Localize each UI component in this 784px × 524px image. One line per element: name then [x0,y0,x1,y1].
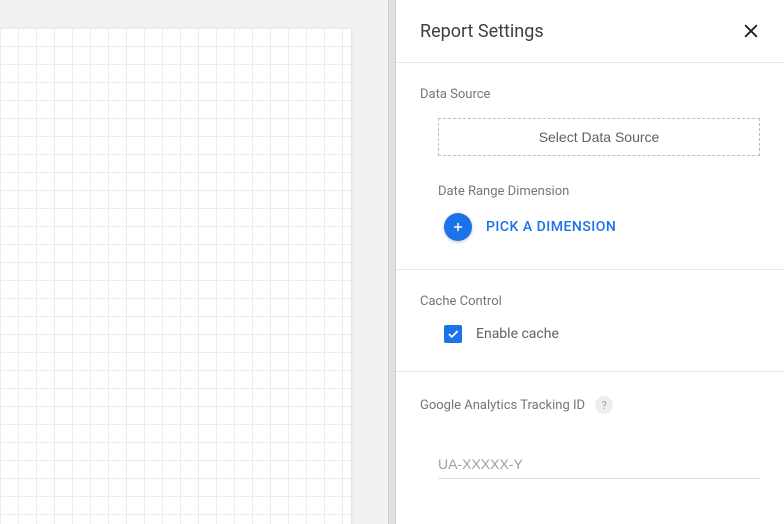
close-icon [741,21,761,41]
tracking-id-label-row: Google Analytics Tracking ID ? [420,396,760,414]
add-dimension-button[interactable] [444,213,472,241]
close-button[interactable] [740,20,762,42]
settings-panel: Report Settings Data Source Select Data … [396,0,784,524]
panel-header: Report Settings [396,0,784,63]
enable-cache-row: Enable cache [444,325,760,343]
canvas-area [0,0,396,524]
panel-title: Report Settings [420,21,544,42]
data-source-label: Data Source [420,87,760,102]
data-source-section: Data Source Select Data Source Date Rang… [396,63,784,270]
tracking-id-input[interactable] [438,450,760,479]
plus-icon [451,220,465,234]
tracking-id-section: Google Analytics Tracking ID ? [396,372,784,507]
checkmark-icon [446,327,460,341]
enable-cache-label: Enable cache [476,326,559,342]
help-button[interactable]: ? [595,396,613,414]
date-range-dimension-label: Date Range Dimension [438,184,760,199]
tracking-id-label: Google Analytics Tracking ID [420,398,585,413]
report-canvas[interactable] [0,28,351,524]
cache-control-section: Cache Control Enable cache [396,270,784,372]
cache-control-label: Cache Control [420,294,760,309]
enable-cache-checkbox[interactable] [444,325,462,343]
pick-dimension-row[interactable]: PICK A DIMENSION [444,213,760,241]
panel-resizer[interactable] [388,0,396,524]
select-data-source-button[interactable]: Select Data Source [438,118,760,156]
pick-dimension-link[interactable]: PICK A DIMENSION [486,219,616,235]
